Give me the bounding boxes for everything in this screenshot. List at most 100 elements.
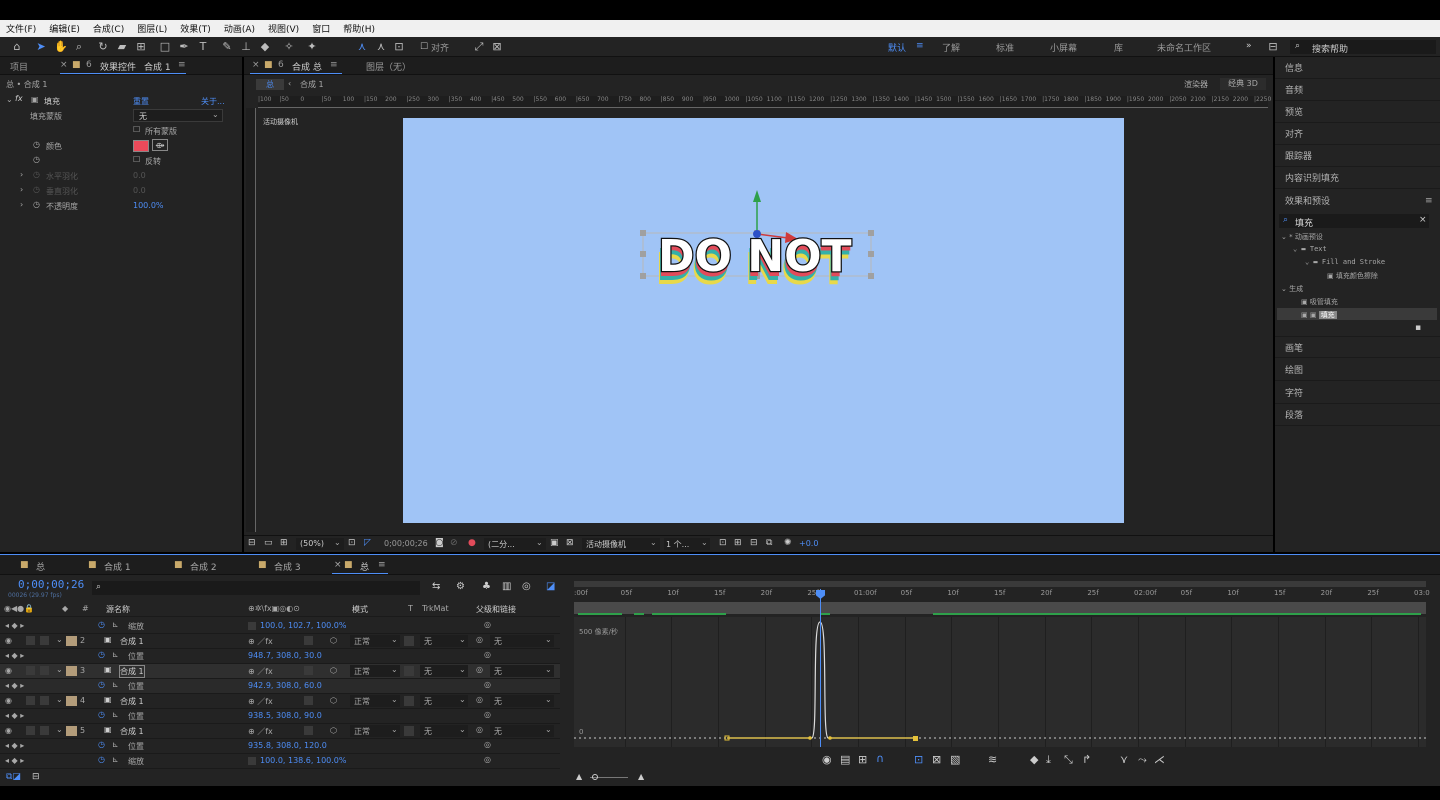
time-ruler[interactable]: :00f 05f 10f 15f 20f 25f 01:00f 05f 10f 15f 20f 25f… <box>574 587 1430 601</box>
exposure-reset-icon[interactable]: ✺ <box>784 538 792 548</box>
new-folder-icon[interactable]: ▪ <box>1415 323 1421 333</box>
color-channel-icon[interactable]: ● <box>468 538 476 548</box>
panel-paint[interactable]: 绘图 <box>1275 359 1440 381</box>
workspace-small-screen[interactable]: 小屏幕 <box>1050 41 1077 54</box>
workspace-libraries[interactable]: 库 <box>1114 41 1123 54</box>
stopwatch-icon[interactable]: ◷ <box>98 620 105 629</box>
3d-layer-icon[interactable]: ⬡ <box>330 666 337 675</box>
zoom-out-icon[interactable]: ▲ <box>576 772 582 781</box>
chevron-down-icon[interactable]: ⌄ <box>56 635 63 644</box>
about-link[interactable]: 关于... <box>201 96 225 107</box>
all-masks-checkbox-icon[interactable]: ☐ <box>133 125 140 134</box>
graph-toggle-icon[interactable]: ⊾ <box>112 755 119 764</box>
timeline-tab-comp1[interactable]: 合成 1 <box>104 560 131 573</box>
clear-search-icon[interactable]: × <box>1419 215 1427 225</box>
parent-pickwhip-icon[interactable]: ◎ <box>476 725 483 734</box>
panel-lock-icon[interactable]: 6 <box>86 60 92 70</box>
lock-toggle[interactable] <box>40 666 49 675</box>
graph-toggle-icon[interactable]: ⊾ <box>112 650 119 659</box>
expand-chevron-icon[interactable]: › <box>20 170 23 179</box>
tree-anim-presets[interactable]: ⌄ * 动画预设 <box>1281 232 1323 242</box>
preserve-transparency-toggle[interactable] <box>404 726 414 736</box>
tab-project[interactable]: 项目 <box>10 60 28 73</box>
menu-layer[interactable]: 图层(L) <box>137 22 167 35</box>
reset-link[interactable]: 重置 <box>133 96 149 107</box>
graph-toggle-icon[interactable]: ⊾ <box>112 740 119 749</box>
snapshot-icon[interactable]: ◙ <box>435 538 444 548</box>
region-of-interest-icon[interactable]: ▣ <box>550 538 559 548</box>
stopwatch-icon[interactable]: ◷ <box>33 200 40 209</box>
mask-visibility-icon[interactable]: ◸ <box>364 538 371 548</box>
easy-ease-full-icon[interactable]: ⋎ <box>1120 753 1128 766</box>
tree-fill-stroke[interactable]: ⌄ ▬ Fill and Stroke <box>1305 258 1385 266</box>
panel-menu-icon[interactable]: ≡ <box>178 60 186 70</box>
panel-character[interactable]: 字符 <box>1275 382 1440 404</box>
property-value[interactable]: 948.7, 308.0, 30.0 <box>248 651 322 660</box>
eye-icon[interactable]: ◉ <box>5 696 12 705</box>
snap-icon[interactable]: ⤢ <box>472 40 486 54</box>
solo-toggle[interactable] <box>26 636 35 645</box>
shy-layers-icon[interactable]: ♣ <box>482 581 491 592</box>
y-axis-arrowhead[interactable] <box>753 190 761 202</box>
layer-name[interactable]: 合成 1 <box>120 726 144 737</box>
stopwatch-icon[interactable]: ◷ <box>33 140 40 149</box>
layer-switches-icon[interactable]: ⊕ ／fx <box>248 696 273 707</box>
panel-tracker[interactable]: 跟踪器 <box>1275 145 1440 167</box>
fx-icon[interactable]: fx <box>15 94 23 103</box>
vr-icon[interactable]: ⊞ <box>280 538 288 548</box>
eye-icon[interactable]: ◉ <box>5 726 12 735</box>
graph-toggle-icon[interactable]: ⊾ <box>112 680 119 689</box>
timeline-current-time[interactable]: 0;00;00;26 <box>18 578 84 591</box>
keyframe-nav-icon[interactable]: ◂ ◆ ▸ <box>5 711 24 720</box>
camera-dropdown[interactable]: 活动摄像机 ⌄ <box>582 538 660 550</box>
panel-menu-icon[interactable]: ≡ <box>378 560 386 570</box>
expression-pickwhip-icon[interactable]: ◎ <box>484 740 491 749</box>
property-row[interactable]: ◂ ◆ ▸ ◷ ⊾ 缩放 100.0, 138.6, 100.0% ◎ <box>0 754 560 769</box>
property-value[interactable]: 100.0, 102.7, 100.0% <box>260 621 346 630</box>
frame-blending-icon[interactable]: ▥ <box>502 581 511 592</box>
tree-generate[interactable]: ⌄ 生成 <box>1281 284 1303 294</box>
mode-header[interactable]: 模式 <box>352 604 368 615</box>
constrain-proportions-toggle[interactable] <box>248 622 256 630</box>
stopwatch-icon[interactable]: ◷ <box>98 755 105 764</box>
eyedropper-icon[interactable]: ⟴ <box>152 139 168 151</box>
fit-selection-icon[interactable]: ⊡ <box>914 753 923 766</box>
help-search-box[interactable]: ⌕ 搜索帮助 <box>1290 40 1436 55</box>
align-checkbox-icon[interactable]: ☐ <box>417 40 431 54</box>
monitor-icon[interactable]: ▭ <box>264 538 273 548</box>
expand-chevron-icon[interactable]: ⌄ <box>6 95 13 104</box>
source-name-header[interactable]: 源名称 <box>106 604 130 615</box>
home-icon[interactable]: ⌂ <box>10 40 24 54</box>
workspace-unnamed[interactable]: 未命名工作区 <box>1157 41 1211 54</box>
workspace-overflow-icon[interactable]: » <box>1246 41 1252 51</box>
layer-row[interactable]: ◉ ⌄ 3 ▣ 合成 1 ⊕ ／fx ⬡ 正常 ⌄ 无 ⌄ ◎ 无 ⌄ <box>0 664 560 679</box>
clone-stamp-icon[interactable]: ⊥ <box>239 40 253 54</box>
property-value[interactable]: 938.5, 308.0, 90.0 <box>248 711 322 720</box>
graph-toggle-icon[interactable]: ⊾ <box>112 710 119 719</box>
parent-pickwhip-icon[interactable]: ◎ <box>476 665 483 674</box>
tab-layer[interactable]: 图层（无） <box>366 60 411 73</box>
chevron-down-icon[interactable]: ⌄ <box>56 695 63 704</box>
preserve-transparency-toggle[interactable] <box>404 636 414 646</box>
views-dropdown[interactable]: 1 个... ⌄ <box>664 538 710 550</box>
timeline-tab-comp3[interactable]: 合成 3 <box>274 560 301 573</box>
separate-dimensions-icon[interactable]: ▧ <box>950 753 960 766</box>
motion-blur-toggle[interactable] <box>304 726 313 735</box>
exposure-value[interactable]: +0.0 <box>799 539 818 548</box>
show-snapshot-icon[interactable]: ⊘ <box>450 538 458 548</box>
solo-toggle[interactable] <box>26 726 35 735</box>
linear-keyframe-icon[interactable]: ⤓ <box>1046 753 1051 767</box>
brush-tool-icon[interactable]: ✎ <box>220 40 234 54</box>
snap-grid-icon[interactable]: ⊠ <box>490 40 504 54</box>
label-color-swatch[interactable] <box>66 726 77 736</box>
auto-bezier-icon[interactable]: ⤡ <box>1064 753 1073 767</box>
parent-pickwhip-icon[interactable]: ◎ <box>476 635 483 644</box>
layer-row[interactable]: ◉ ⌄ 2 ▣ 合成 1 ⊕ ／fx ⬡ 正常 ⌄ 无 ⌄ ◎ 无 ⌄ <box>0 634 560 649</box>
zoom-tool-icon[interactable]: ⌕ <box>72 40 86 54</box>
tree-text[interactable]: ⌄ ▬ Text <box>1293 245 1327 253</box>
preserve-transparency-toggle[interactable] <box>404 666 414 676</box>
motion-blur-toggle[interactable] <box>304 666 313 675</box>
stopwatch-icon[interactable]: ◷ <box>33 155 40 164</box>
fit-icon[interactable]: ⊡ <box>348 538 356 548</box>
expression-pickwhip-icon[interactable]: ◎ <box>484 650 491 659</box>
